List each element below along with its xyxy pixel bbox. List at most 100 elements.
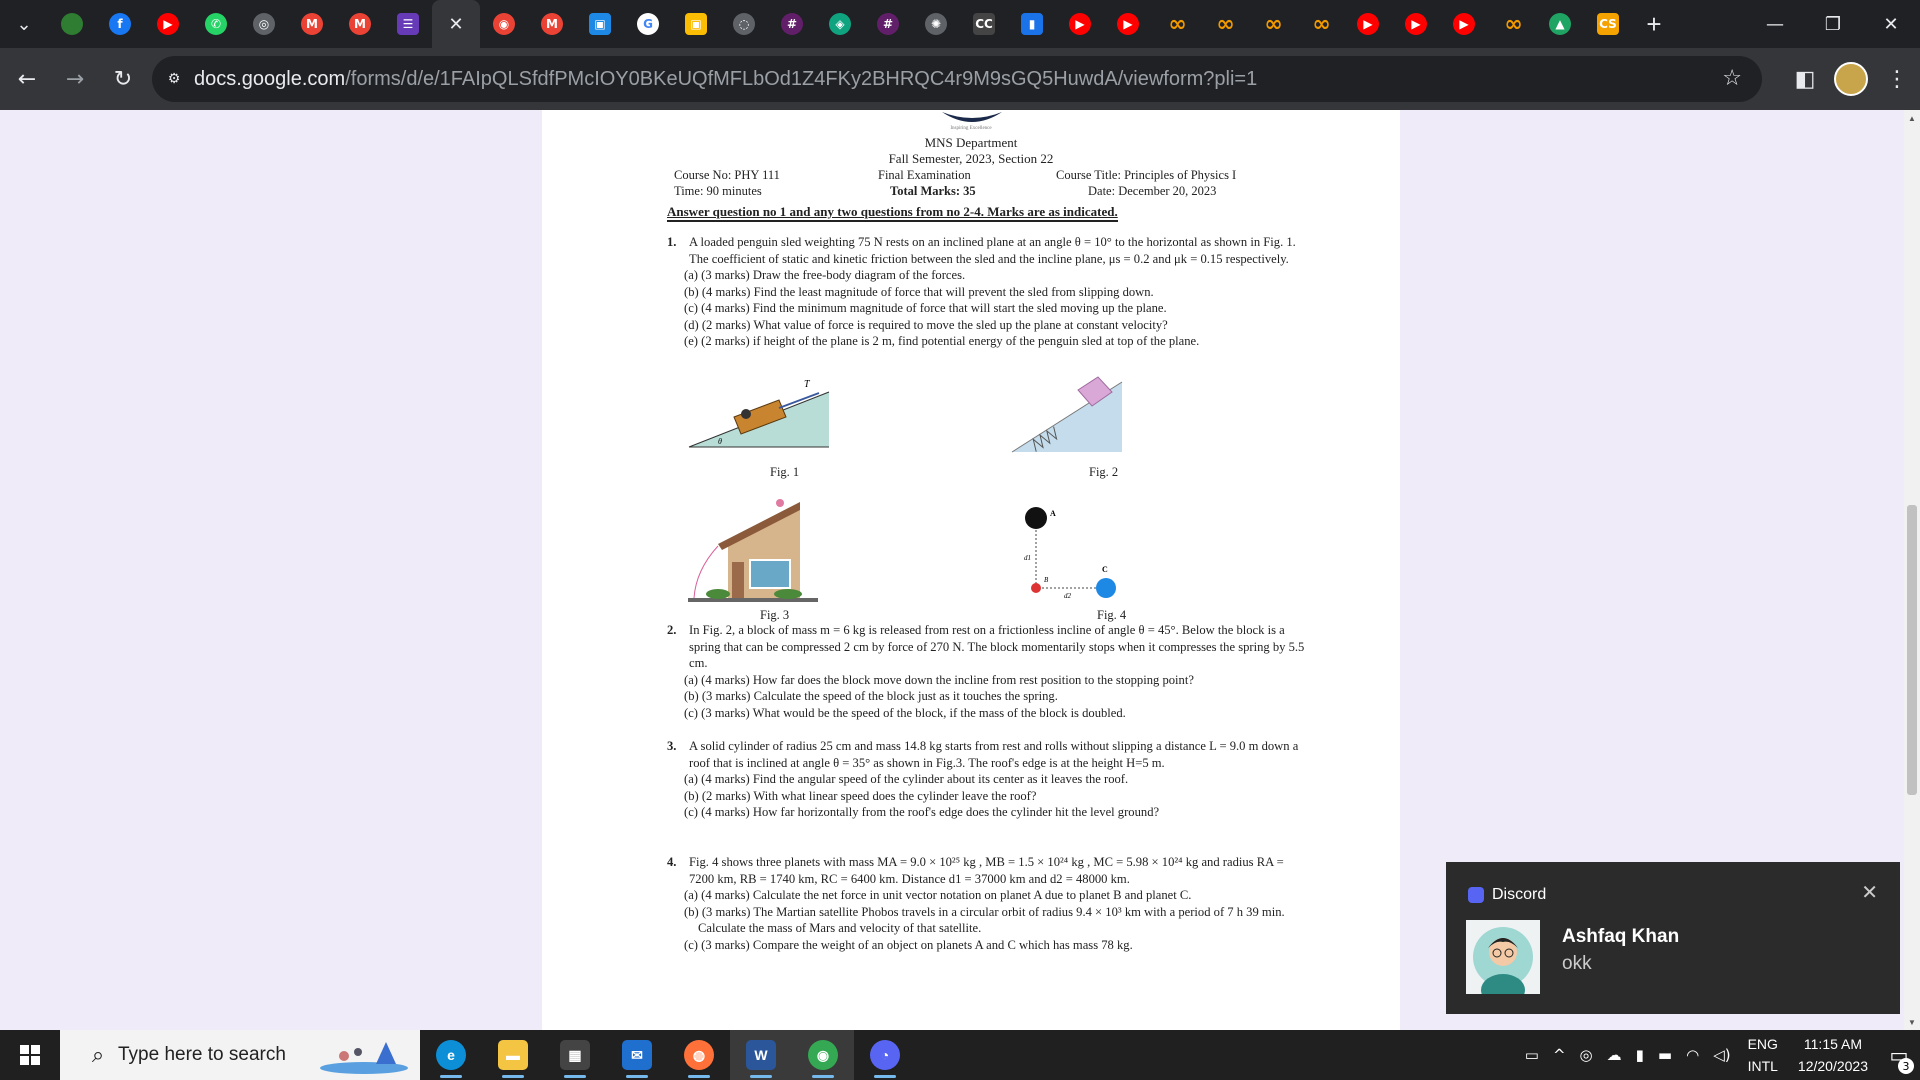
total-marks: Total Marks: 35 xyxy=(890,184,976,198)
wifi-icon[interactable]: ◠ xyxy=(1686,1046,1699,1064)
tab-infinity-2[interactable]: ∞ xyxy=(1200,0,1248,48)
tab-seal[interactable]: ✺ xyxy=(912,0,960,48)
tab-cs[interactable]: CS xyxy=(1584,0,1632,48)
cc-favicon-icon: CC xyxy=(973,13,995,35)
restore-button[interactable]: ❐ xyxy=(1804,0,1862,48)
chart-favicon-icon: ▮ xyxy=(1021,13,1043,35)
tab-infinity-5[interactable]: ∞ xyxy=(1488,0,1536,48)
logo-tagline: Inspiring Excellence xyxy=(950,126,992,131)
taskbar-mail[interactable]: ✉ xyxy=(606,1030,668,1080)
tab-youtube-6[interactable]: ▶ xyxy=(1440,0,1488,48)
exam-instruction: Answer question no 1 and any two questio… xyxy=(667,204,1118,222)
tab-infinity-1[interactable]: ∞ xyxy=(1152,0,1200,48)
gmail-2-favicon-icon: M xyxy=(349,13,371,35)
tab-chat[interactable]: ◌ xyxy=(720,0,768,48)
tab-whatsapp[interactable]: ✆ xyxy=(192,0,240,48)
tab-gmail-3[interactable]: M xyxy=(528,0,576,48)
scroll-up-arrow-icon[interactable]: ▲ xyxy=(1904,110,1920,126)
running-indicator xyxy=(626,1075,648,1078)
tab-chart[interactable]: ▮ xyxy=(1008,0,1056,48)
subquestion: (a) (4 marks) Calculate the net force in… xyxy=(684,888,1192,902)
tab-youtube-3[interactable]: ▶ xyxy=(1104,0,1152,48)
mail-app-icon: ✉ xyxy=(622,1040,652,1070)
tab-youtube-2[interactable]: ▶ xyxy=(1056,0,1104,48)
tab-slack-1[interactable]: # xyxy=(768,0,816,48)
tab-forms[interactable]: ☰ xyxy=(384,0,432,48)
tab-classroom[interactable]: ▣ xyxy=(576,0,624,48)
side-panel-icon[interactable]: ◧ xyxy=(1782,56,1828,102)
meet-now-icon[interactable]: ◎ xyxy=(1580,1046,1593,1064)
tab-slack-2[interactable]: # xyxy=(864,0,912,48)
tab-youtube-4[interactable]: ▶ xyxy=(1344,0,1392,48)
new-tab-button[interactable]: + xyxy=(1632,0,1676,48)
taskbar-discord[interactable]: ◔ xyxy=(854,1030,916,1080)
tab-list[interactable]: ⌄ xyxy=(0,0,48,48)
notification-center-button[interactable]: ▭ 3 xyxy=(1878,1030,1920,1080)
taskbar-word[interactable]: W xyxy=(730,1030,792,1080)
back-button[interactable]: ← xyxy=(6,58,48,100)
question-body: In Fig. 2, a block of mass m = 6 kg is r… xyxy=(689,623,1305,670)
battery-icon[interactable]: ▬ xyxy=(1658,1046,1672,1064)
menu-kebab-icon[interactable]: ⋮ xyxy=(1874,56,1920,102)
course-title: Course Title: Principles of Physics I xyxy=(1056,168,1237,182)
tab-search-chevron-icon: ⌄ xyxy=(16,13,32,34)
question-number: 2. xyxy=(667,623,677,637)
toast-close-button[interactable]: ✕ xyxy=(1861,880,1878,904)
taskbar-firefox[interactable]: ◍ xyxy=(668,1030,730,1080)
taskbar-clock[interactable]: 11:15 AM 12/20/2023 xyxy=(1798,1033,1868,1077)
close-window-button[interactable]: ✕ xyxy=(1862,0,1920,48)
youtube-6-favicon-icon: ▶ xyxy=(1453,13,1475,35)
start-button[interactable] xyxy=(0,1030,60,1080)
tab-globe[interactable]: ◎ xyxy=(240,0,288,48)
tab-youtube-1[interactable]: ▶ xyxy=(144,0,192,48)
tab-record[interactable]: ◉ xyxy=(480,0,528,48)
show-hidden-icons-chevron-icon[interactable]: ^ xyxy=(1553,1046,1566,1064)
site-info-icon[interactable]: ⚙ xyxy=(160,65,188,93)
subquestion: (a) (4 marks) Find the angular speed of … xyxy=(684,772,1129,786)
forward-button[interactable]: → xyxy=(54,58,96,100)
tab-feather[interactable] xyxy=(48,0,96,48)
tab-favicon-infinity-icon: ∞ xyxy=(1216,11,1234,37)
cs-favicon-icon: CS xyxy=(1597,13,1619,35)
drive-favicon-icon: ▲ xyxy=(1549,13,1571,35)
tab-chatgpt[interactable]: ◈ xyxy=(816,0,864,48)
tab-google[interactable]: G xyxy=(624,0,672,48)
taskbar-search-box[interactable]: ⌕ Type here to search xyxy=(60,1030,420,1080)
youtube-3-favicon-icon: ▶ xyxy=(1117,13,1139,35)
scrollbar-thumb[interactable] xyxy=(1907,505,1917,795)
tab-drive[interactable]: ▲ xyxy=(1536,0,1584,48)
url-text[interactable]: docs.google.com/forms/d/e/1FAIpQLSfdfPMc… xyxy=(194,68,1257,91)
facebook-favicon-icon: f xyxy=(109,13,131,35)
tab-facebook[interactable]: f xyxy=(96,0,144,48)
tab-youtube-5[interactable]: ▶ xyxy=(1392,0,1440,48)
taskbar-edge[interactable]: e xyxy=(420,1030,482,1080)
tab-cc[interactable]: CC xyxy=(960,0,1008,48)
tab-gmail-1[interactable]: M xyxy=(288,0,336,48)
discord-notification-toast[interactable]: Discord ✕ Ashfaq Khan okk xyxy=(1446,862,1900,1014)
tab-infinity-4[interactable]: ∞ xyxy=(1296,0,1344,48)
input-language-indicator[interactable]: ENG INTL xyxy=(1748,1033,1778,1077)
page-scrollbar[interactable]: ▲ ▼ xyxy=(1904,110,1920,1030)
taskbar-file-explorer[interactable]: ▬ xyxy=(482,1030,544,1080)
distance-d2-label: d2 xyxy=(1064,592,1072,600)
tab-classroom-2[interactable]: ▣ xyxy=(672,0,720,48)
tab-gmail-2[interactable]: M xyxy=(336,0,384,48)
tab-active-close[interactable]: ✕ xyxy=(432,0,480,48)
scroll-down-arrow-icon[interactable]: ▼ xyxy=(1904,1014,1920,1030)
toast-sender-name: Ashfaq Khan xyxy=(1562,926,1680,947)
keyboard-layout-icon[interactable]: ▭ xyxy=(1525,1046,1539,1064)
onedrive-cloud-icon[interactable]: ☁ xyxy=(1607,1046,1622,1064)
taskbar-store[interactable]: ▦ xyxy=(544,1030,606,1080)
tab-infinity-3[interactable]: ∞ xyxy=(1248,0,1296,48)
forms-favicon-icon: ☰ xyxy=(397,13,419,35)
profile-button[interactable] xyxy=(1828,56,1874,102)
feather-favicon-icon xyxy=(61,13,83,35)
reload-button[interactable]: ↻ xyxy=(102,58,144,100)
microphone-icon[interactable]: ▮ xyxy=(1636,1046,1644,1064)
department-heading: MNS Department xyxy=(924,135,1018,150)
volume-icon[interactable]: ◁) xyxy=(1713,1046,1730,1064)
minimize-button[interactable]: — xyxy=(1746,0,1804,48)
address-bar[interactable]: ⚙ docs.google.com/forms/d/e/1FAIpQLSfdfP… xyxy=(152,56,1762,102)
taskbar-chrome[interactable]: ◉ xyxy=(792,1030,854,1080)
bookmark-star-icon[interactable]: ☆ xyxy=(1722,66,1742,91)
